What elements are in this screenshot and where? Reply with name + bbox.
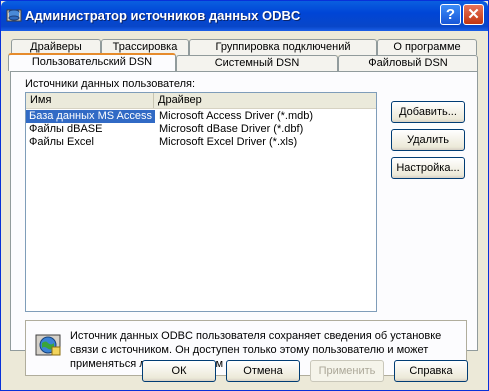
add-button[interactable]: Добавить...	[391, 101, 465, 123]
dsn-list[interactable]: Имя Драйвер База данных MS Access Micros…	[25, 92, 377, 312]
ok-button[interactable]: ОК	[142, 360, 216, 382]
list-item[interactable]: Файлы Excel Microsoft Excel Driver (*.xl…	[26, 136, 376, 149]
column-header-driver[interactable]: Драйвер	[154, 93, 376, 108]
tab-panel: Источники данных пользователя: Имя Драйв…	[10, 71, 478, 376]
dsn-driver: Microsoft Excel Driver (*.xls)	[159, 136, 298, 148]
remove-button[interactable]: Удалить	[391, 129, 465, 151]
apply-button[interactable]: Применить	[310, 360, 384, 382]
tab-system-dsn[interactable]: Системный DSN	[176, 55, 338, 71]
dialog-client: Драйверы Трассировка Группировка подключ…	[4, 31, 485, 387]
column-header-name[interactable]: Имя	[26, 93, 154, 108]
dsn-name: База данных MS Access	[26, 110, 155, 123]
globe-database-icon	[35, 334, 61, 356]
tab-file-dsn[interactable]: Файловый DSN	[338, 55, 478, 71]
window-title: Администратор источников данных ODBC	[25, 8, 301, 23]
dsn-name: Файлы Excel	[29, 136, 94, 148]
tab-user-dsn[interactable]: Пользовательский DSN	[8, 53, 176, 71]
help-title-button[interactable]: ?	[440, 4, 461, 25]
dsn-name: Файлы dBASE	[29, 123, 103, 135]
odbc-icon	[6, 9, 22, 22]
list-header: Имя Драйвер	[26, 93, 376, 109]
tab-about[interactable]: О программе	[377, 39, 477, 55]
list-item[interactable]: База данных MS Access Microsoft Access D…	[26, 110, 376, 123]
dsn-driver: Microsoft Access Driver (*.mdb)	[159, 110, 314, 122]
close-button[interactable]: ✕	[463, 4, 484, 25]
help-button[interactable]: Справка	[394, 360, 468, 382]
tab-connection-pooling[interactable]: Группировка подключений	[189, 39, 377, 55]
cancel-button[interactable]: Отмена	[226, 360, 300, 382]
dsn-driver: Microsoft dBase Driver (*.dbf)	[159, 123, 304, 135]
title-bar[interactable]: Администратор источников данных ODBC ? ✕	[1, 1, 488, 31]
configure-button[interactable]: Настройка...	[391, 157, 465, 179]
odbc-dialog: Администратор источников данных ODBC ? ✕…	[0, 0, 489, 391]
user-dsn-label: Источники данных пользователя:	[25, 78, 196, 90]
list-item[interactable]: Файлы dBASE Microsoft dBase Driver (*.db…	[26, 123, 376, 136]
